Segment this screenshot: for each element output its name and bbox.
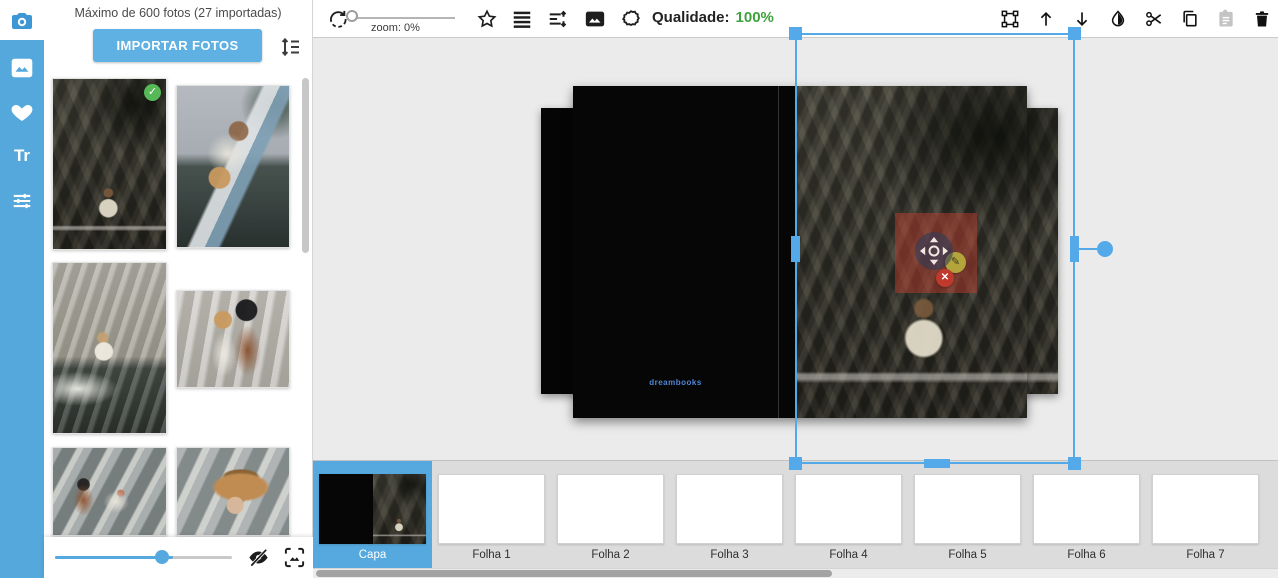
page-label: Folha 1 bbox=[432, 549, 551, 561]
quality-indicator: Qualidade: 100% bbox=[652, 9, 774, 26]
page-label: Folha 5 bbox=[908, 549, 1027, 561]
thumbnail-size-slider-handle[interactable] bbox=[155, 550, 169, 564]
page-thumbnail bbox=[557, 474, 664, 544]
page-item-folha-4[interactable]: Folha 4 bbox=[789, 461, 908, 569]
adjustments-icon bbox=[11, 190, 33, 212]
left-icon-rail: Tr bbox=[0, 0, 44, 578]
sidebar-item-text[interactable]: Tr bbox=[0, 136, 44, 176]
text-tool-icon: Tr bbox=[14, 146, 30, 166]
page-thumbnail bbox=[1033, 474, 1140, 544]
page-label: Folha 7 bbox=[1146, 549, 1265, 561]
image-icon[interactable] bbox=[584, 8, 606, 30]
brand-logo-text: dreambooks bbox=[573, 378, 778, 387]
import-photos-button[interactable]: IMPORTAR FOTOS bbox=[93, 29, 262, 62]
page-item-folha-5[interactable]: Folha 5 bbox=[908, 461, 1027, 569]
selection-handle-mid-bottom[interactable] bbox=[924, 459, 950, 468]
rotate-icon[interactable] bbox=[327, 8, 349, 30]
page-item-folha-2[interactable]: Folha 2 bbox=[551, 461, 670, 569]
sidebar-item-adjustments[interactable] bbox=[0, 181, 44, 221]
photo-panel: Máximo de 600 fotos (27 importadas) IMPO… bbox=[44, 0, 313, 578]
page-thumbnail bbox=[1152, 474, 1259, 544]
page-label: Folha 6 bbox=[1027, 549, 1146, 561]
camera-tile[interactable] bbox=[0, 0, 44, 40]
autofill-image-icon[interactable] bbox=[283, 546, 306, 569]
remove-x-icon[interactable]: ✕ bbox=[936, 269, 954, 287]
arrow-down-icon[interactable] bbox=[1072, 9, 1092, 29]
thumbnail-size-slider[interactable] bbox=[55, 556, 232, 559]
hide-used-eye-off-icon[interactable] bbox=[247, 546, 270, 569]
page-label: Folha 3 bbox=[670, 549, 789, 561]
selection-handle-top-left[interactable] bbox=[789, 27, 802, 40]
favorites-heart-icon bbox=[10, 100, 34, 124]
page-label: Folha 2 bbox=[551, 549, 670, 561]
cover-mini-back bbox=[319, 474, 373, 544]
sidebar-item-favorites[interactable] bbox=[0, 92, 44, 132]
arrow-up-icon[interactable] bbox=[1036, 9, 1056, 29]
delete-trash-icon[interactable] bbox=[1252, 9, 1272, 29]
rotation-handle[interactable] bbox=[1097, 241, 1113, 257]
photo-count-header: Máximo de 600 fotos (27 importadas) bbox=[44, 6, 312, 20]
quality-label: Qualidade: bbox=[652, 9, 730, 26]
transform-icon[interactable] bbox=[1000, 9, 1020, 29]
filter-adjust-icon[interactable] bbox=[547, 8, 569, 30]
photo-thumbnail[interactable] bbox=[176, 85, 290, 248]
toolbar-right-group bbox=[1000, 0, 1272, 38]
photo-thumbnail[interactable] bbox=[52, 447, 167, 536]
photo-thumbnail[interactable] bbox=[52, 262, 167, 434]
page-label: Capa bbox=[313, 549, 432, 561]
camera-icon bbox=[10, 8, 34, 32]
zoom-level-label: zoom: 0% bbox=[371, 22, 461, 34]
filmstrip-scrollbar-track[interactable] bbox=[313, 568, 1278, 578]
settings-gear-icon[interactable] bbox=[620, 8, 642, 30]
star-icon[interactable] bbox=[476, 8, 498, 30]
page-thumbnail bbox=[676, 474, 783, 544]
cover-mini-photo bbox=[373, 474, 427, 544]
photo-thumbnail[interactable]: ✓ bbox=[52, 78, 167, 250]
page-item-folha-1[interactable]: Folha 1 bbox=[432, 461, 551, 569]
selection-handle-bottom-right[interactable] bbox=[1068, 457, 1081, 470]
used-check-icon: ✓ bbox=[144, 84, 161, 101]
page-thumbnail bbox=[795, 474, 902, 544]
contrast-icon[interactable] bbox=[1108, 9, 1128, 29]
sort-icon[interactable] bbox=[278, 35, 302, 59]
selection-handle-top-right[interactable] bbox=[1068, 27, 1081, 40]
cut-scissors-icon[interactable] bbox=[1144, 9, 1164, 29]
photos-icon bbox=[9, 55, 35, 81]
quality-value: 100% bbox=[736, 9, 774, 26]
page-item-folha-7[interactable]: Folha 7 bbox=[1146, 461, 1265, 569]
spine-line bbox=[778, 86, 779, 418]
copy-icon[interactable] bbox=[1180, 9, 1200, 29]
photo-thumbnail[interactable] bbox=[176, 447, 290, 536]
move-pad-icon[interactable] bbox=[914, 231, 954, 271]
layouts-lines-icon[interactable] bbox=[511, 8, 533, 30]
selection-handle-mid-left[interactable] bbox=[791, 236, 800, 262]
photo-panel-bottom-bar bbox=[44, 537, 313, 578]
pages-filmstrip: Capa Folha 1 Folha 2 Folha 3 Folha 4 Fol… bbox=[313, 460, 1278, 568]
selection-handle-mid-right[interactable] bbox=[1070, 236, 1079, 262]
zoom-slider-handle[interactable] bbox=[346, 10, 358, 22]
page-item-folha-6[interactable]: Folha 6 bbox=[1027, 461, 1146, 569]
page-thumbnail bbox=[914, 474, 1021, 544]
page-thumbnail bbox=[438, 474, 545, 544]
filmstrip-scrollbar-thumb[interactable] bbox=[316, 570, 832, 577]
page-label: Folha 4 bbox=[789, 549, 908, 561]
photo-panel-scrollbar[interactable] bbox=[302, 78, 309, 253]
page-thumbnail bbox=[319, 474, 426, 544]
page-item-capa[interactable]: Capa bbox=[313, 461, 432, 569]
sidebar-item-photos[interactable] bbox=[0, 48, 44, 88]
photo-thumbnail[interactable] bbox=[176, 290, 290, 388]
zoom-slider[interactable] bbox=[353, 17, 455, 19]
selection-handle-bottom-left[interactable] bbox=[789, 457, 802, 470]
page-item-folha-3[interactable]: Folha 3 bbox=[670, 461, 789, 569]
paste-icon bbox=[1216, 9, 1236, 29]
